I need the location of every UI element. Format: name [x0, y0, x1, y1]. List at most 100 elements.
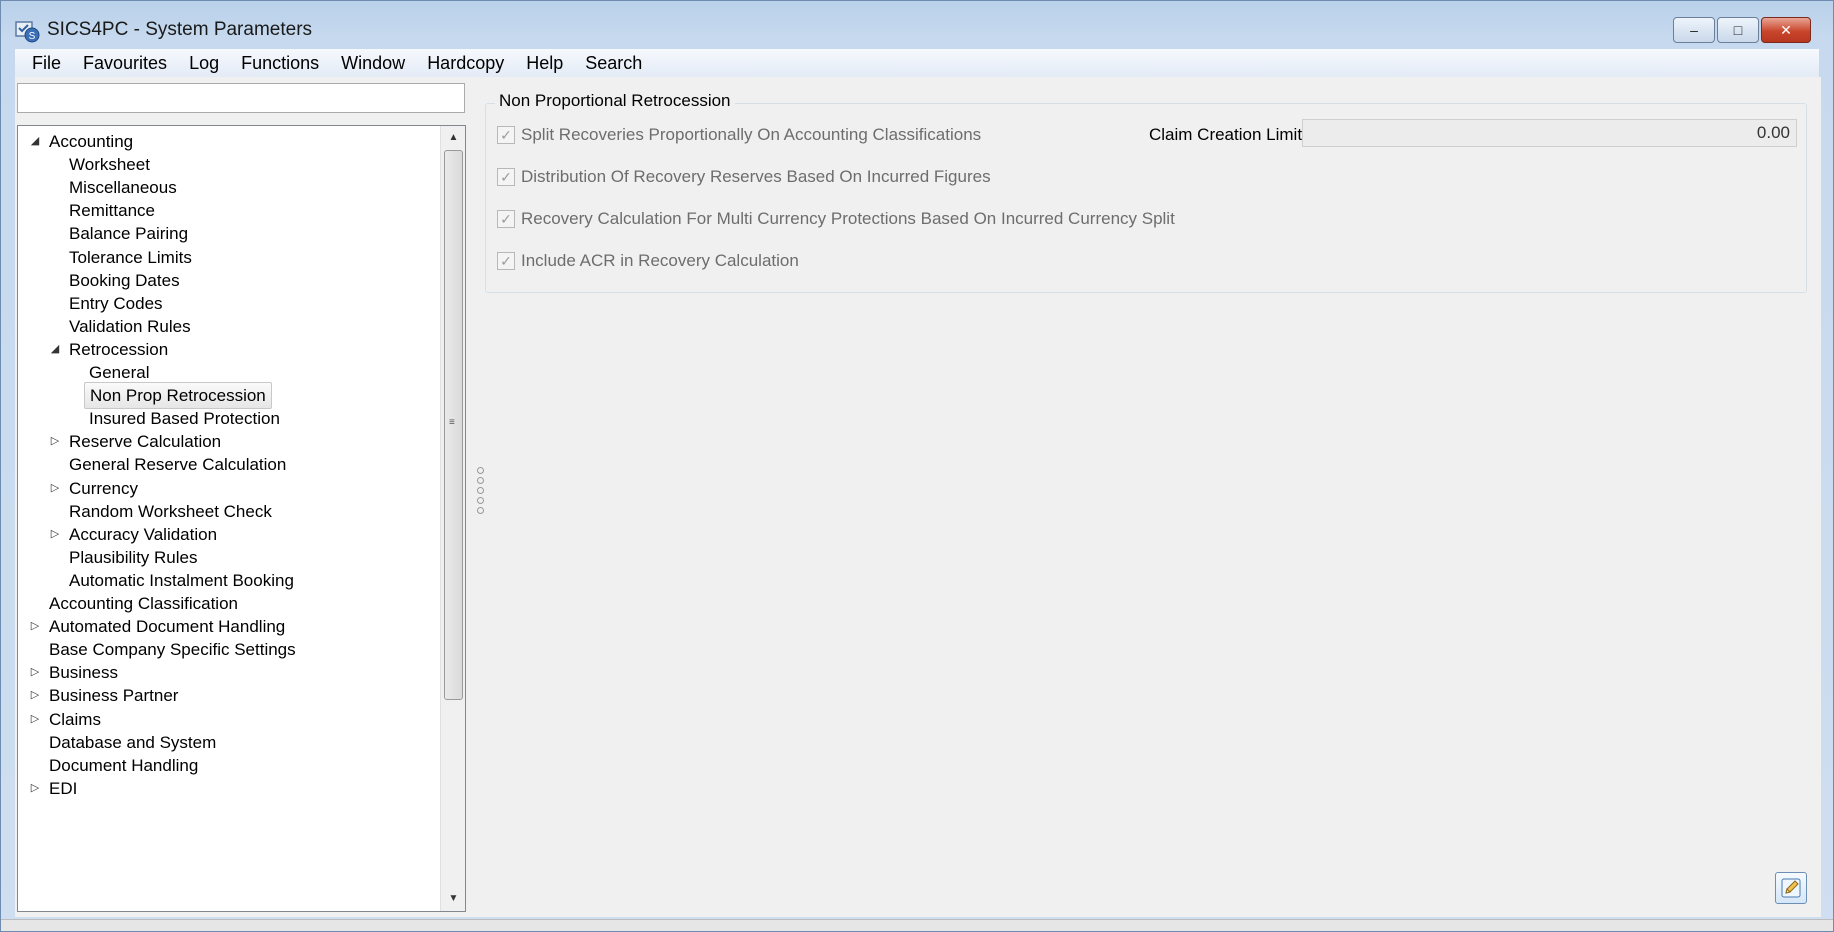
tree-item[interactable]: Random Worksheet Check [18, 498, 438, 525]
tree-item-label: Entry Codes [69, 293, 163, 313]
grip-dot-icon [476, 487, 484, 494]
tree-item-label: Business Partner [49, 686, 179, 706]
checkbox-label: Split Recoveries Proportionally On Accou… [521, 125, 982, 144]
tree-item[interactable]: Plausibility Rules [18, 544, 438, 571]
tree-item[interactable]: ▷ Claims [18, 706, 438, 733]
main-window: S SICS4PC - System Parameters – □ ✕ File… [0, 0, 1834, 932]
tree-item-label: Miscellaneous [69, 178, 177, 198]
menu-favourites[interactable]: Favourites [72, 53, 178, 74]
menu-functions[interactable]: Functions [230, 53, 330, 74]
menu-log[interactable]: Log [178, 53, 230, 74]
close-button[interactable]: ✕ [1761, 17, 1811, 43]
tree-item-label: Random Worksheet Check [69, 501, 272, 521]
tree-collapsed-icon[interactable]: ▷ [28, 775, 42, 802]
checkbox-label: Distribution Of Recovery Reserves Based … [521, 167, 991, 186]
tree-item[interactable]: General [18, 359, 438, 386]
tree-item-label: Database and System [49, 732, 217, 752]
tree-item[interactable]: ▷ Accuracy Validation [18, 521, 438, 548]
checkbox-checked-icon[interactable]: ✓ [497, 126, 515, 144]
scroll-up-icon[interactable]: ▲ [441, 128, 465, 148]
tree-item[interactable]: ▷ Business Partner [18, 682, 438, 709]
tree-item[interactable]: ▷ EDI [18, 775, 438, 802]
maximize-button[interactable]: □ [1717, 17, 1759, 43]
tree-search-input[interactable] [17, 83, 465, 113]
svg-text:S: S [29, 31, 36, 42]
tree-item[interactable]: ▷ Currency [18, 475, 438, 502]
checkbox-include-acr[interactable]: ✓ Include ACR in Recovery Calculation [497, 251, 799, 271]
tree-item[interactable]: ◢ Accounting [18, 128, 438, 155]
tree-item-label: Currency [69, 478, 138, 498]
app-icon: S [15, 21, 40, 43]
tree-item[interactable]: ◢ Retrocession [18, 336, 438, 363]
tree-item[interactable]: Tolerance Limits [18, 244, 438, 271]
tree-item-label: Reserve Calculation [69, 432, 222, 452]
group-title: Non Proportional Retrocession [495, 91, 735, 111]
tree-item-label: Remittance [69, 201, 155, 221]
tree-item[interactable]: Balance Pairing [18, 220, 438, 247]
tree-item[interactable]: Booking Dates [18, 267, 438, 294]
tree-collapsed-icon[interactable]: ▷ [28, 682, 42, 709]
minimize-button[interactable]: – [1673, 17, 1715, 43]
tree-item-label: Business [49, 663, 118, 683]
checkbox-checked-icon[interactable]: ✓ [497, 210, 515, 228]
tree-item-label: Balance Pairing [69, 224, 189, 244]
checkbox-checked-icon[interactable]: ✓ [497, 252, 515, 270]
menu-hardcopy[interactable]: Hardcopy [416, 53, 515, 74]
tree-item[interactable]: General Reserve Calculation [18, 451, 438, 478]
tree-collapsed-icon[interactable]: ▷ [28, 706, 42, 733]
checkbox-checked-icon[interactable]: ✓ [497, 168, 515, 186]
scroll-down-icon[interactable]: ▼ [441, 889, 465, 909]
tree-collapsed-icon[interactable]: ▷ [48, 475, 62, 502]
menu-search[interactable]: Search [574, 53, 653, 74]
grip-dot-icon [476, 497, 484, 504]
tree-item[interactable]: Miscellaneous [18, 174, 438, 201]
checkbox-label: Recovery Calculation For Multi Currency … [521, 209, 1175, 228]
client-area: ▷ EDI Document Handling Database and System… [15, 77, 1821, 917]
tree-item-label: Base Company Specific Settings [49, 640, 296, 660]
tree-item-label: Booking Dates [69, 270, 180, 290]
checkbox-distribution-reserves[interactable]: ✓ Distribution Of Recovery Reserves Base… [497, 167, 991, 187]
tree-collapsed-icon[interactable]: ▷ [28, 613, 42, 640]
tree-collapsed-icon[interactable]: ▷ [48, 521, 62, 548]
tree-item[interactable]: ▷ Reserve Calculation [18, 428, 438, 455]
panel-splitter-handle[interactable] [476, 467, 484, 547]
edit-button[interactable] [1775, 872, 1807, 904]
tree-item[interactable]: Accounting Classification [18, 590, 438, 617]
checkbox-split-recoveries[interactable]: ✓ Split Recoveries Proportionally On Acc… [497, 125, 981, 145]
tree-item[interactable]: Database and System [18, 729, 438, 756]
tree-item[interactable]: Non Prop Retrocession [18, 382, 438, 410]
tree-item-label: Plausibility Rules [69, 547, 198, 567]
checkbox-label: Include ACR in Recovery Calculation [521, 251, 799, 270]
tree-item-label: Worksheet [69, 155, 150, 175]
tree-item[interactable]: Insured Based Protection [18, 405, 438, 432]
tree-item[interactable]: ▷ Business [18, 659, 438, 686]
tree-item[interactable]: Remittance [18, 197, 438, 224]
menu-window[interactable]: Window [330, 53, 416, 74]
tree-item-label: Automatic Instalment Booking [69, 570, 294, 590]
tree-item[interactable]: Validation Rules [18, 313, 438, 340]
checkbox-multi-currency[interactable]: ✓ Recovery Calculation For Multi Currenc… [497, 209, 1175, 229]
tree-scrollbar[interactable]: ▲ ≡ ▼ [440, 126, 465, 911]
claim-creation-limit-field[interactable]: 0.00 [1302, 119, 1797, 147]
menu-file[interactable]: File [21, 53, 72, 74]
tree-item[interactable]: Base Company Specific Settings [18, 636, 438, 663]
tree-item[interactable]: Document Handling [18, 752, 438, 779]
tree-collapsed-icon[interactable]: ▷ [48, 428, 62, 455]
tree-item-label: Non Prop Retrocession [84, 382, 272, 410]
tree-item[interactable]: Entry Codes [18, 290, 438, 317]
tree-item-label: EDI [49, 778, 78, 798]
tree-expanded-icon[interactable]: ◢ [48, 336, 62, 363]
tree-item-label: Claims [49, 709, 101, 729]
tree-expanded-icon[interactable]: ◢ [28, 128, 42, 155]
menu-bar: File Favourites Log Functions Window Har… [15, 49, 1819, 77]
tree-item[interactable]: Automatic Instalment Booking [18, 567, 438, 594]
tree-item-label: Automated Document Handling [49, 617, 286, 637]
menu-help[interactable]: Help [515, 53, 574, 74]
tree-item-label: Validation Rules [69, 316, 191, 336]
tree-collapsed-icon[interactable]: ▷ [28, 659, 42, 686]
tree-item[interactable]: ▷ Automated Document Handling [18, 613, 438, 640]
scroll-thumb[interactable]: ≡ [444, 150, 463, 700]
tree-item-label: Retrocession [69, 339, 169, 359]
tree-item[interactable]: Worksheet [18, 151, 438, 178]
tree-item-label: General [89, 363, 150, 382]
